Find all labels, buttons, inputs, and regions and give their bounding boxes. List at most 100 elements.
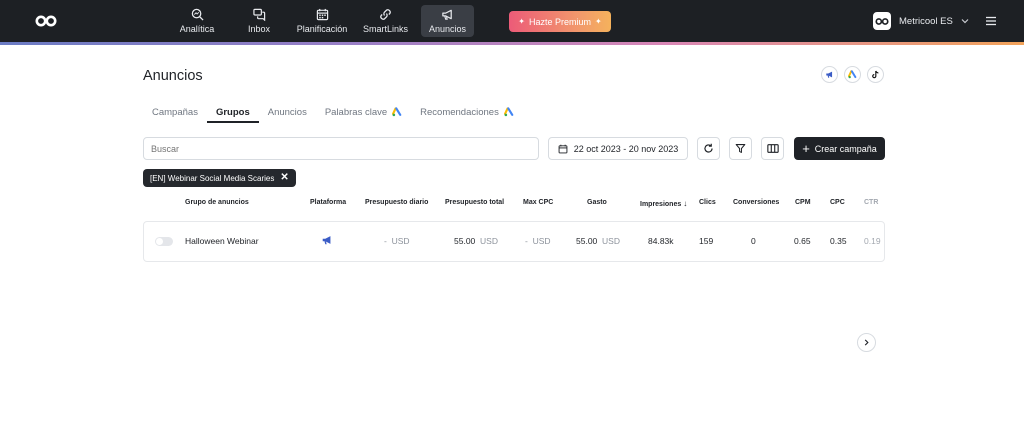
column-header-max-cpc[interactable]: Max CPC	[523, 199, 553, 206]
megaphone-icon	[322, 236, 331, 245]
impressions-value: 84.83k	[648, 236, 674, 246]
premium-label: Hazte Premium	[528, 16, 591, 27]
filter-icon	[735, 144, 746, 153]
max-cpc-cell: - USD	[525, 236, 551, 246]
ctr-value: 0.19	[864, 236, 881, 246]
cpm-value: 0.65	[794, 236, 811, 246]
analytics-icon	[191, 8, 204, 21]
meta-ads-platform-badge[interactable]	[821, 66, 838, 83]
hamburger-menu-icon[interactable]	[985, 15, 997, 27]
link-icon	[380, 9, 391, 20]
columns-icon	[766, 144, 779, 153]
create-campaign-button[interactable]: + Crear campaña	[794, 137, 885, 160]
google-ads-icon	[848, 70, 857, 79]
close-icon[interactable]: ✕	[280, 173, 288, 183]
scroll-right-button[interactable]	[857, 333, 876, 352]
campaign-filter-chip[interactable]: [EN] Webinar Social Media Scaries ✕	[143, 169, 296, 187]
currency-label: USD	[532, 236, 551, 246]
nav-item-planning[interactable]: Planificación	[297, 5, 347, 37]
avatar	[873, 12, 891, 30]
column-header-conversions[interactable]: Conversiones	[733, 199, 779, 206]
page-title: Anuncios	[143, 68, 203, 84]
spend-cell: 55.00 USD	[576, 236, 620, 246]
tab-campaigns[interactable]: Campañas	[143, 101, 207, 123]
nav-item-ads[interactable]: Anuncios	[421, 5, 474, 37]
calendar-icon	[558, 144, 568, 153]
tab-groups[interactable]: Grupos	[206, 101, 259, 123]
nav-item-smartlinks[interactable]: SmartLinks	[363, 5, 408, 37]
columns-button[interactable]	[761, 137, 784, 160]
clicks-value: 159	[699, 236, 714, 246]
tab-recommendations[interactable]: Recomendaciones	[411, 101, 523, 123]
nav-item-analytics[interactable]: Analítica	[178, 5, 216, 37]
column-header-daily-budget[interactable]: Presupuesto diario	[365, 199, 428, 206]
currency-label: USD	[602, 236, 620, 246]
sparkle-icon: ✦	[518, 17, 525, 26]
tab-ads[interactable]: Anuncios	[259, 101, 316, 123]
account-selector[interactable]: Metricool ES	[873, 12, 969, 30]
date-range-picker[interactable]: 22 oct 2023 - 20 nov 2023	[548, 137, 688, 160]
currency-label: USD	[391, 236, 410, 246]
google-ads-icon	[392, 107, 402, 117]
inbox-icon	[252, 8, 265, 21]
tab-label: Campañas	[152, 106, 198, 118]
ad-group-status-toggle[interactable]	[155, 237, 173, 246]
max-cpc-value: -	[525, 236, 528, 246]
create-campaign-label: Crear campaña	[814, 143, 877, 154]
sparkle-icon: ✦	[595, 17, 602, 26]
tiktok-ads-platform-badge[interactable]	[867, 66, 884, 83]
nav-item-label: Inbox	[247, 24, 271, 34]
total-budget-value: 55.00	[454, 236, 476, 246]
megaphone-icon	[826, 71, 833, 78]
tab-label: Palabras clave	[324, 106, 388, 118]
conversions-value: 0	[751, 236, 756, 246]
tab-bar: Campañas Grupos Anuncios Palabras clave …	[143, 101, 523, 123]
nav-item-inbox[interactable]: Inbox	[243, 5, 275, 37]
premium-button[interactable]: ✦ Hazte Premium ✦	[509, 11, 611, 32]
column-header-label: Impresiones	[640, 201, 682, 208]
tab-label: Recomendaciones	[420, 106, 499, 118]
tab-label: Anuncios	[267, 106, 307, 118]
plus-icon: +	[802, 141, 810, 156]
column-header-platform[interactable]: Plataforma	[310, 199, 346, 206]
account-name: Metricool ES	[899, 15, 953, 27]
brand-gradient-stripe	[0, 42, 1024, 45]
refresh-button[interactable]	[697, 137, 720, 160]
daily-budget-cell: - USD	[384, 236, 410, 246]
column-header-total-budget[interactable]: Presupuesto total	[445, 199, 504, 206]
spend-value: 55.00	[576, 236, 598, 246]
chevron-right-icon	[864, 339, 869, 346]
column-header-cpc[interactable]: CPC	[830, 199, 845, 206]
search-input[interactable]	[143, 137, 539, 160]
currency-label: USD	[480, 236, 498, 246]
nav-item-label: Anuncios	[428, 24, 467, 34]
google-ads-platform-badge[interactable]	[844, 66, 861, 83]
cpc-value: 0.35	[830, 236, 847, 246]
column-header-ad-group[interactable]: Grupo de anuncios	[185, 199, 249, 206]
column-header-clicks[interactable]: Clics	[699, 199, 716, 206]
refresh-icon	[704, 143, 713, 153]
tiktok-icon	[872, 70, 879, 79]
column-header-cpm[interactable]: CPM	[795, 199, 811, 206]
calendar-icon	[316, 8, 328, 21]
metricool-logo-icon[interactable]	[35, 14, 57, 28]
total-budget-cell: 55.00 USD	[454, 236, 498, 246]
date-range-label: 22 oct 2023 - 20 nov 2023	[573, 143, 679, 154]
chip-label: [EN] Webinar Social Media Scaries	[150, 173, 275, 183]
google-ads-icon	[503, 107, 514, 117]
column-header-ctr[interactable]: CTR	[864, 199, 878, 206]
sort-down-arrow-icon: ↓	[683, 199, 688, 208]
tab-keywords[interactable]: Palabras clave	[316, 101, 411, 123]
tab-label: Grupos	[215, 106, 250, 118]
top-navigation-bar: Analítica Inbox Planificación SmartLinks…	[0, 0, 1024, 42]
nav-item-label: Planificación	[296, 24, 348, 34]
nav-item-label: SmartLinks	[363, 24, 409, 34]
daily-budget-value: -	[384, 236, 387, 246]
megaphone-icon	[442, 9, 452, 20]
column-header-impressions[interactable]: Impresiones ↓	[640, 199, 687, 208]
ad-group-name[interactable]: Halloween Webinar	[185, 236, 259, 246]
column-header-spend[interactable]: Gasto	[587, 199, 607, 206]
metricool-logo-icon	[875, 17, 889, 25]
filter-button[interactable]	[729, 137, 752, 160]
nav-item-label: Analítica	[179, 24, 215, 34]
